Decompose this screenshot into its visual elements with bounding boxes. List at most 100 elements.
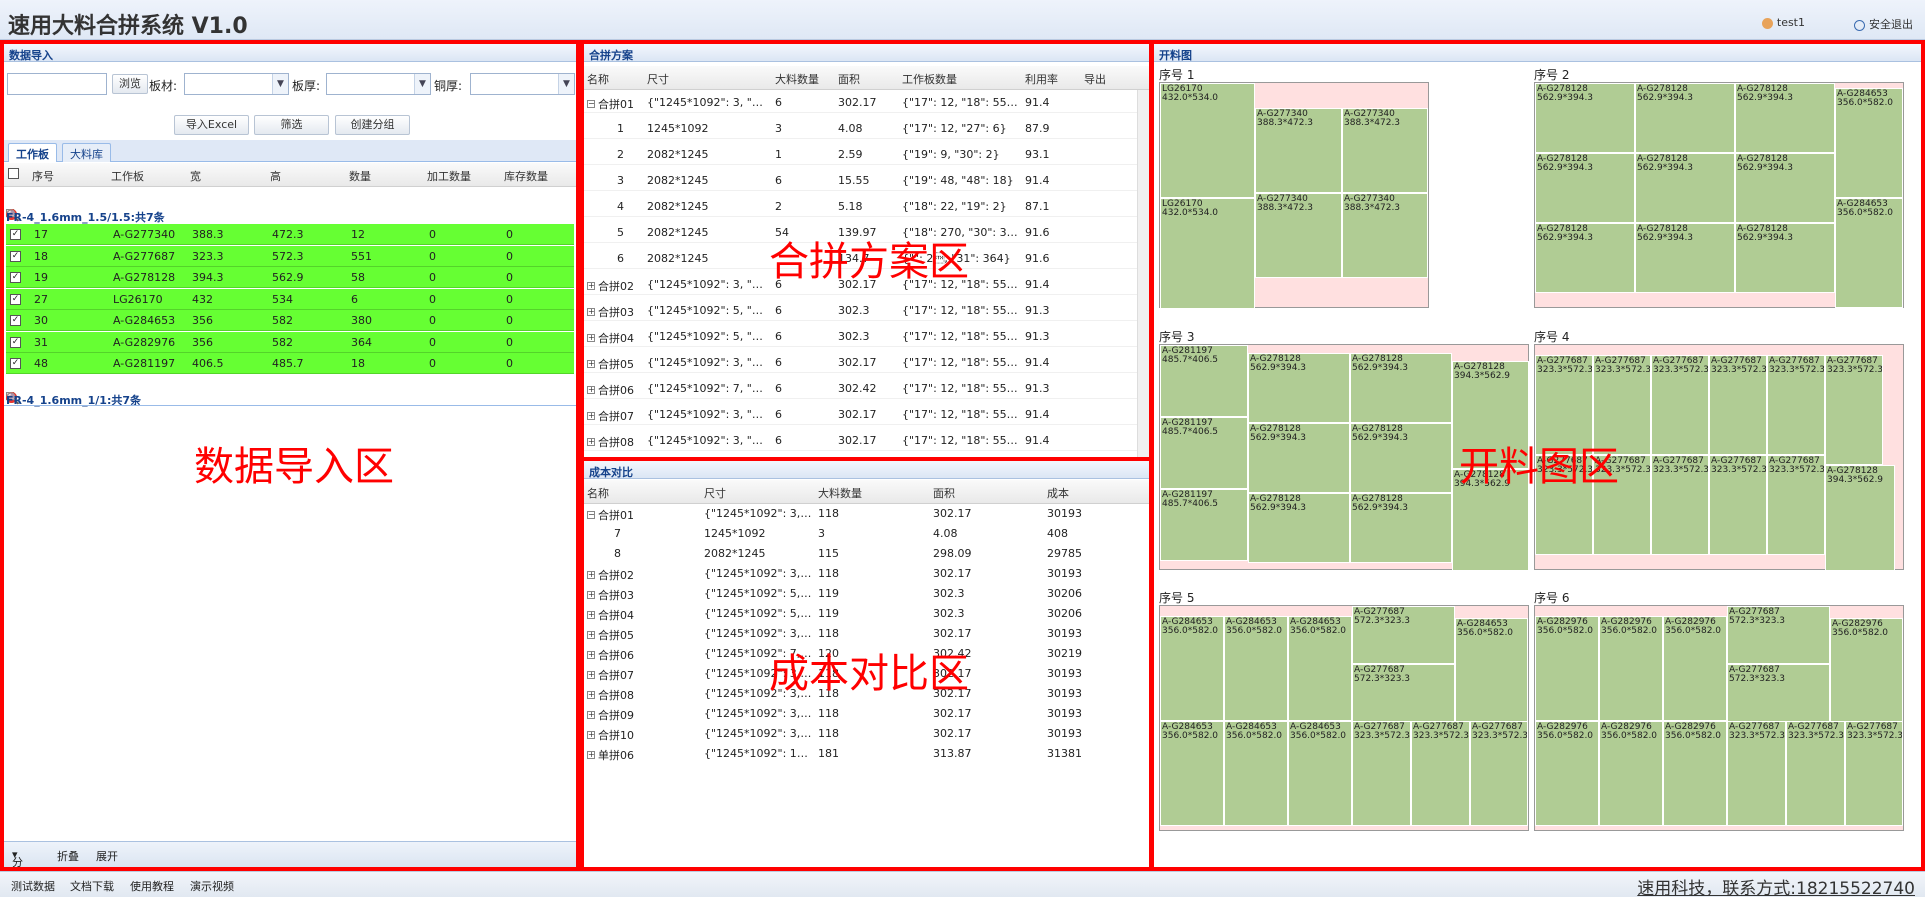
cutting-sheet[interactable]: A-G284653 356.0*582.0 A-G284653 356.0*582.0… bbox=[1159, 605, 1529, 831]
expand-icon[interactable]: + bbox=[587, 571, 595, 579]
cut-piece[interactable]: A-G277687 323.3*572.3 bbox=[1709, 355, 1767, 455]
import-excel-button[interactable]: 导入Excel bbox=[174, 115, 249, 135]
cut-piece[interactable]: LG26170 432.0*534.0 bbox=[1160, 198, 1255, 309]
cut-piece[interactable]: A-G282976 356.0*582.0 bbox=[1830, 618, 1903, 723]
row-checkbox[interactable]: ✓ bbox=[10, 250, 21, 262]
table-row[interactable]: ✓ 19 A-G278128 394.3 562.9 58 0 0 bbox=[6, 267, 574, 288]
cut-piece[interactable]: A-G277687 323.3*572.3 bbox=[1845, 721, 1903, 826]
cut-piece[interactable]: A-G284653 356.0*582.0 bbox=[1224, 721, 1288, 826]
cost-child-row[interactable]: 8 2082*1245 115 298.09 29785 bbox=[584, 545, 1149, 565]
cut-piece[interactable]: A-G277687 323.3*572.3 bbox=[1651, 355, 1709, 455]
collapse-button[interactable]: 折叠 bbox=[57, 848, 79, 864]
tab-workboard[interactable]: 工作板 bbox=[8, 143, 57, 162]
user-menu[interactable]: test1 bbox=[1761, 16, 1805, 29]
cutting-sheet[interactable]: A-G282976 356.0*582.0 A-G282976 356.0*582.0… bbox=[1534, 605, 1904, 831]
plan-child-row[interactable]: 62082*1245134.7{"": 2, "31": 364}91.6 A bbox=[584, 248, 1137, 269]
expand-icon[interactable]: + bbox=[587, 334, 595, 342]
expand-icon[interactable]: + bbox=[587, 731, 595, 739]
table-row[interactable]: ✓ 31 A-G282976 356 582 364 0 0 bbox=[6, 331, 574, 353]
group-row-2[interactable]: +✔ ✖ 🔍FR-4_1.6mm_1/1:共7条 bbox=[6, 382, 566, 407]
copper-select[interactable]: ▼ bbox=[470, 73, 575, 95]
cut-piece[interactable]: A-G278128 562.9*394.3 bbox=[1635, 83, 1735, 153]
expand-icon[interactable]: + bbox=[587, 360, 595, 368]
plan-child-row[interactable]: 3 2082*1245 6 15.55 {"19": 48, "48": 18} 91.4… bbox=[584, 170, 1137, 191]
table-row[interactable]: ✓ 18 A-G277687 323.3 572.3 551 0 0 bbox=[6, 245, 574, 267]
plan-group-row[interactable]: + 合拼06 {"1245*1092": 7, "20... 6 302.42 {"17"… bbox=[584, 378, 1137, 399]
cost-group-row[interactable]: + 合拼05 {"1245*1092": 3, "... 118 302.17 30193 bbox=[584, 625, 1149, 645]
footer-link-test-data[interactable]: 测试数据 bbox=[11, 878, 55, 894]
cut-piece[interactable]: A-G277687 323.3*572.3 bbox=[1470, 721, 1528, 826]
cut-piece[interactable]: A-G278128 562.9*394.3 bbox=[1350, 353, 1452, 423]
cut-piece[interactable]: A-G282976 356.0*582.0 bbox=[1599, 721, 1663, 826]
tab-material-library[interactable]: 大料库 bbox=[62, 143, 111, 162]
cut-piece[interactable]: A-G277340 388.3*472.3 bbox=[1255, 108, 1342, 193]
expand-icon[interactable]: − bbox=[587, 100, 595, 108]
cut-piece[interactable]: A-G278128 562.9*394.3 bbox=[1535, 153, 1635, 223]
plan-child-row[interactable]: 22082*124512.59{"19": 9, "30": 2}93.1 A bbox=[584, 144, 1137, 165]
cost-group-row[interactable]: − 合拼01 {"1245*1092": 3, "... 118 302.17 30193 bbox=[584, 505, 1149, 525]
plan-group-row[interactable]: + 合拼03 {"1245*1092": 5, "20... 6 302.3 {"17":… bbox=[584, 300, 1137, 321]
cut-piece[interactable]: A-G278128 394.3*562.9 bbox=[1452, 361, 1529, 469]
cost-group-row[interactable]: + 合拼03 {"1245*1092": 5, "... 119 302.3 30206 bbox=[584, 585, 1149, 605]
cost-group-row[interactable]: + 合拼07 {"1245*1092": 3, "... 118 302.17 30193 bbox=[584, 665, 1149, 685]
cut-piece[interactable]: A-G278128 562.9*394.3 bbox=[1350, 423, 1452, 493]
plan-child-row[interactable]: 5 2082*1245 54 139.97 {"18": 270, "30": 378}… bbox=[584, 222, 1137, 243]
cut-piece[interactable]: A-G284653 356.0*582.0 bbox=[1288, 721, 1352, 826]
cut-piece[interactable]: A-G278128 562.9*394.3 bbox=[1248, 493, 1350, 563]
cut-piece[interactable]: A-G277687 323.3*572.3 bbox=[1825, 355, 1883, 465]
cost-group-row[interactable]: + 单拼06 {"1245*1092": 126... 181 313.87 31381 bbox=[584, 745, 1149, 765]
expand-icon[interactable]: + bbox=[587, 308, 595, 316]
cut-piece[interactable]: A-G278128 394.3*562.9 bbox=[1452, 469, 1529, 571]
cut-piece[interactable]: A-G278128 562.9*394.3 bbox=[1635, 223, 1735, 293]
plan-child-row[interactable]: 11245*109234.08{"17": 12, "27": 6}87.9 A bbox=[584, 118, 1137, 139]
filter-button[interactable]: 筛选 bbox=[254, 115, 329, 135]
table-row[interactable]: ✓ 48 A-G281197 406.5 485.7 18 0 0 bbox=[6, 353, 574, 374]
cut-piece[interactable]: A-G278128 562.9*394.3 bbox=[1248, 423, 1350, 493]
row-checkbox[interactable]: ✓ bbox=[10, 272, 21, 283]
cut-piece[interactable]: A-G277687 323.3*572.3 bbox=[1727, 721, 1786, 826]
cutting-sheet[interactable]: A-G281197 485.7*406.5 A-G278128 562.9*394.3… bbox=[1159, 344, 1529, 571]
cost-child-row[interactable]: 7 1245*1092 3 4.08 408 bbox=[584, 525, 1149, 545]
expand-icon[interactable]: + bbox=[587, 691, 595, 699]
cut-piece[interactable]: A-G277687 323.3*572.3 bbox=[1593, 455, 1651, 555]
cut-piece[interactable]: A-G277687 323.3*572.3 bbox=[1535, 355, 1593, 455]
table-row[interactable]: ✓ 30 A-G284653 356 582 380 0 0 bbox=[6, 310, 574, 331]
cut-piece[interactable]: A-G277687 572.3*323.3 bbox=[1352, 606, 1455, 664]
cut-piece[interactable]: A-G282976 356.0*582.0 bbox=[1599, 616, 1663, 721]
row-checkbox[interactable]: ✓ bbox=[10, 358, 21, 369]
cut-piece[interactable]: A-G278128 562.9*394.3 bbox=[1735, 153, 1835, 223]
plan-group-row[interactable]: + 合拼04 {"1245*1092": 5, "20... 6 302.3 {"17":… bbox=[584, 326, 1137, 347]
cost-group-row[interactable]: + 合拼08 {"1245*1092": 3, "... 118 302.17 30193 bbox=[584, 685, 1149, 705]
cut-piece[interactable]: A-G278128 562.9*394.3 bbox=[1248, 353, 1350, 423]
plan-group-row[interactable]: − 合拼01 {"1245*1092": 3, "20... 6 302.17 {"17"… bbox=[584, 92, 1137, 113]
cutting-sheet[interactable]: A-G278128 562.9*394.3 A-G278128 562.9*394.3… bbox=[1534, 82, 1904, 308]
expand-icon[interactable]: + bbox=[587, 412, 595, 420]
cost-group-row[interactable]: + 合拼09 {"1245*1092": 3, "... 118 302.17 30193 bbox=[584, 705, 1149, 725]
cut-piece[interactable]: A-G278128 562.9*394.3 bbox=[1535, 223, 1635, 293]
table-row[interactable]: ✓ 17 A-G277340 388.3 472.3 12 0 0 bbox=[6, 224, 574, 245]
cost-group-row[interactable]: + 合拼06 {"1245*1092": 7, "... 120 302.42 30219 bbox=[584, 645, 1149, 665]
cutting-sheet[interactable]: LG26170 432.0*534.0 A-G277340 388.3*472.3 A-… bbox=[1159, 82, 1429, 309]
cut-piece[interactable]: A-G277687 323.3*572.3 bbox=[1593, 355, 1651, 455]
cut-piece[interactable]: A-G282976 356.0*582.0 bbox=[1535, 721, 1599, 826]
expand-button[interactable]: 展开 bbox=[96, 848, 118, 864]
cut-piece[interactable]: A-G278128 562.9*394.3 bbox=[1735, 223, 1835, 293]
cut-piece[interactable]: A-G278128 562.9*394.3 bbox=[1350, 493, 1452, 563]
create-group-button[interactable]: 创建分组 bbox=[335, 115, 410, 135]
footer-link-tutorial[interactable]: 使用教程 bbox=[130, 878, 174, 894]
cut-piece[interactable]: A-G281197 485.7*406.5 bbox=[1160, 489, 1248, 561]
expand-icon[interactable]: + bbox=[587, 671, 595, 679]
cut-piece[interactable]: A-G281197 485.7*406.5 bbox=[1160, 417, 1248, 489]
group-row-1[interactable]: −✔ ✖ 🔍FR-4_1.6mm_1.5/1.5:共7条 bbox=[6, 199, 566, 224]
cut-piece[interactable]: A-G284653 356.0*582.0 bbox=[1160, 721, 1224, 826]
cut-piece[interactable]: A-G278128 562.9*394.3 bbox=[1635, 153, 1735, 223]
plan-scrollbar[interactable] bbox=[1137, 90, 1149, 457]
footer-link-video[interactable]: 演示视频 bbox=[190, 878, 234, 894]
expand-icon[interactable]: + bbox=[587, 611, 595, 619]
cut-piece[interactable]: A-G277687 323.3*572.3 bbox=[1352, 721, 1411, 826]
board-select[interactable]: ▼ bbox=[184, 73, 289, 95]
expand-icon[interactable]: − bbox=[587, 511, 595, 519]
cut-piece[interactable]: A-G277687 323.3*572.3 bbox=[1767, 355, 1825, 455]
expand-icon[interactable]: + bbox=[587, 438, 595, 446]
cut-piece[interactable]: A-G278128 394.3*562.9 bbox=[1825, 465, 1895, 571]
